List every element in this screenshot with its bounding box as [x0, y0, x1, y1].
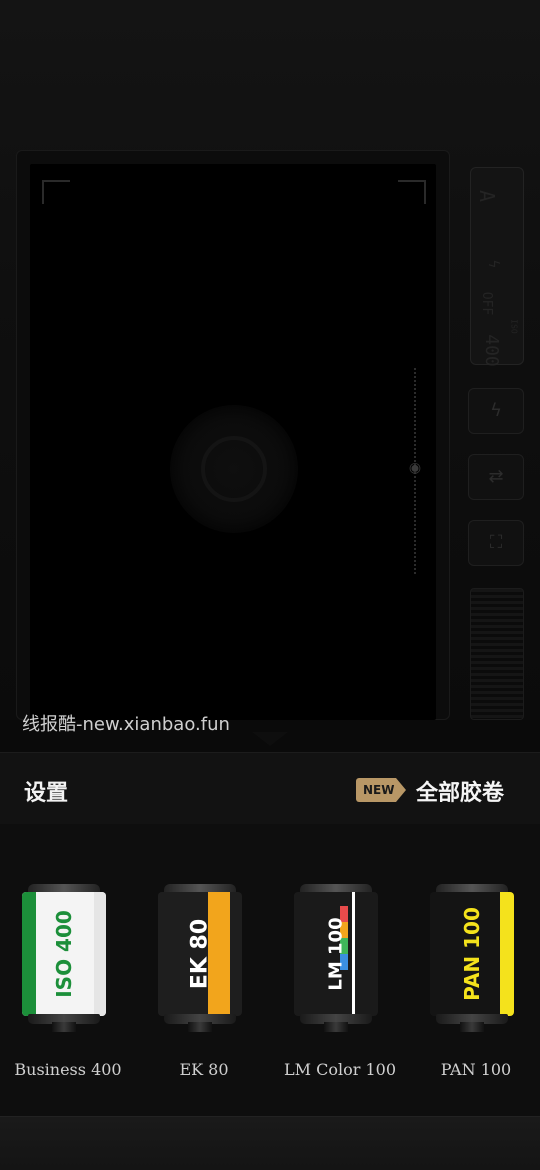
film-name: EK 80 [179, 1060, 229, 1079]
lcd-mode: A [475, 189, 500, 203]
exposure-icon: ◉ [408, 460, 422, 476]
lcd-flash-state: OFF [479, 291, 495, 316]
film-can-icon: ISO 400 [20, 884, 108, 1032]
film-item-pan-100[interactable]: PAN 100 PAN 100 [408, 884, 540, 1084]
sheet-pointer [252, 732, 288, 746]
lcd-panel: A ϟ OFF ISO 400 [470, 167, 524, 367]
film-sheet-header: 设置 NEW 全部胶卷 [0, 752, 540, 824]
film-can-label: PAN 100 [460, 907, 484, 1001]
film-item-lm-color-100[interactable]: LM 100 LM Color 100 [272, 884, 408, 1084]
frame-icon: ⛶ [489, 532, 503, 553]
film-name: PAN 100 [440, 1060, 512, 1079]
flip-camera-button[interactable]: ⇄ [468, 454, 524, 500]
settings-title[interactable]: 设置 [24, 775, 68, 807]
lcd-iso-label: ISO [509, 319, 519, 334]
film-item-business-400[interactable]: ISO 400 Business 400 [0, 884, 136, 1084]
film-can-body: EK 80 [158, 892, 242, 1016]
flip-camera-icon: ⇄ [488, 466, 504, 487]
film-can-icon: PAN 100 [428, 884, 516, 1032]
shutter-slider[interactable] [470, 588, 524, 720]
watermark-text: 线报酷-new.xianbao.fun [22, 714, 230, 735]
flash-icon: ϟ [490, 400, 502, 421]
film-can-label: LM 100 [325, 917, 347, 991]
film-can-icon: EK 80 [156, 884, 244, 1032]
focus-target-icon [201, 436, 267, 502]
lcd-flash-icon: ϟ [485, 259, 502, 269]
lcd-iso-value: 400 [480, 334, 502, 367]
flash-button[interactable]: ϟ [468, 388, 524, 434]
film-item-ek-80[interactable]: EK 80 EK 80 [136, 884, 272, 1084]
film-can-body: ISO 400 [22, 892, 106, 1016]
film-can-icon: LM 100 [292, 884, 380, 1032]
viewfinder-corner-top-right [398, 180, 426, 204]
film-can-label: EK 80 [187, 918, 213, 990]
all-films-button[interactable]: 全部胶卷 [416, 775, 504, 807]
film-name: Business 400 [14, 1060, 122, 1079]
film-name: LM Color 100 [284, 1060, 396, 1079]
film-can-body: PAN 100 [430, 892, 514, 1016]
bottom-bar [0, 1116, 540, 1170]
film-can-body: LM 100 [294, 892, 378, 1016]
film-can-label: ISO 400 [52, 910, 76, 998]
new-badge: NEW [356, 778, 406, 802]
film-list: ISO 400 Business 400 EK 80 EK 80 LM 100 … [0, 824, 540, 1116]
frame-button[interactable]: ⛶ [468, 520, 524, 566]
viewfinder-corner-top-left [42, 180, 70, 204]
